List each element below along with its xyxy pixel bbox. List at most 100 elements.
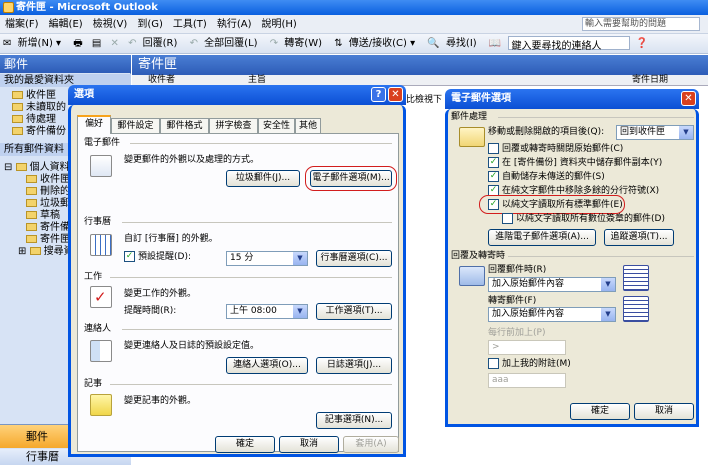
send-receive-label: 傳送/接收(C) ▾: [348, 38, 416, 49]
tab-mail-setup[interactable]: 郵件設定: [111, 118, 160, 133]
nav-header: 郵件: [0, 55, 131, 73]
delete-icon[interactable]: ✕: [108, 34, 122, 54]
contact-search-input[interactable]: 鍵入要尋找的連絡人: [507, 36, 630, 52]
separator: [122, 329, 392, 330]
send-receive-button[interactable]: ⇅ 傳送/接收(C) ▾: [331, 34, 421, 54]
ok-button[interactable]: 確定: [215, 436, 275, 453]
notes-options-button[interactable]: 記事選項(N)...: [316, 412, 392, 429]
after-move-value: 回到收件匣: [620, 127, 666, 137]
email-desc: 變更郵件的外觀以及處理的方式。: [124, 155, 260, 165]
section-notes-header: 記事: [84, 379, 103, 389]
nav-tree-item[interactable]: 刪除的: [26, 186, 70, 198]
default-reminder-checkbox[interactable]: ✓ 預設提醒(D):: [124, 251, 191, 263]
ask-question-input[interactable]: 輸入需要幫助的問題: [582, 17, 700, 31]
read-signed-plain-checkbox[interactable]: 以純文字讀取所有數位簽章的郵件(D): [502, 213, 665, 225]
reply-label: 回覆郵件時(R): [488, 265, 547, 275]
find-button[interactable]: 🔍 尋找(I): [424, 34, 482, 54]
task-options-button[interactable]: 工作選項(T)...: [316, 303, 392, 320]
reminder-select[interactable]: 15 分 ▼: [226, 251, 308, 266]
help-icon[interactable]: ❓: [633, 34, 651, 54]
nav-tree-item[interactable]: 草稿: [26, 210, 60, 222]
collapse-icon[interactable]: ⊟: [4, 162, 12, 173]
menu-help[interactable]: 說明(H): [256, 15, 301, 34]
tab-other[interactable]: 其他: [295, 118, 321, 133]
nav-tree-item[interactable]: 寄件備: [26, 222, 70, 234]
menu-view[interactable]: 檢視(V): [88, 15, 133, 34]
help-icon[interactable]: ?: [371, 87, 386, 102]
nav-fav-sent[interactable]: 寄件備份: [12, 126, 66, 138]
nav-tree-item[interactable]: 垃圾郵: [26, 198, 70, 210]
advanced-email-options-button[interactable]: 進階電子郵件選項(A)...: [488, 229, 596, 246]
section-tasks-header: 工作: [84, 272, 103, 282]
close-icon[interactable]: ✕: [681, 91, 696, 106]
tab-mail-format[interactable]: 郵件格式: [160, 118, 209, 133]
move-folder-icon[interactable]: ▤: [89, 34, 104, 54]
reply-forward-icon: [459, 266, 485, 286]
autosave-checkbox[interactable]: ✓ 自動儲存未傳送的郵件(S): [488, 171, 605, 183]
menu-file[interactable]: 檔案(F): [0, 15, 44, 34]
cancel-button[interactable]: 取消: [634, 403, 694, 420]
nav-fav-followup[interactable]: 待處理: [12, 114, 56, 126]
email-options-titlebar: 電子郵件選項 ✕: [445, 89, 699, 109]
save-copies-checkbox[interactable]: ✓ 在 [寄件備份] 資料夾中儲存郵件副本(Y): [488, 157, 662, 169]
reply-select[interactable]: 加入原始郵件內容 ▼: [488, 277, 616, 292]
menu-go[interactable]: 到(G): [132, 15, 168, 34]
nav-tree-item[interactable]: 收件匣: [26, 174, 70, 186]
expand-icon[interactable]: ⊞: [18, 246, 26, 257]
cancel-button[interactable]: 取消: [279, 436, 339, 453]
reminder-time-select[interactable]: 上午 08:00 ▼: [226, 304, 308, 319]
menu-edit[interactable]: 編輯(E): [44, 15, 88, 34]
new-mail-button[interactable]: ✉ 新增(N) ▾: [0, 34, 67, 54]
checkbox-checked-icon: ✓: [488, 157, 499, 168]
forward-button[interactable]: ↷ 轉寄(W): [267, 34, 328, 54]
envelope-icon: [459, 127, 485, 147]
nav-calendar-label: 行事曆: [26, 450, 59, 463]
nav-tree-item[interactable]: 寄件匣: [26, 234, 70, 246]
close-icon[interactable]: ✕: [388, 87, 403, 102]
prefix-input[interactable]: >: [488, 340, 566, 355]
reply-all-button[interactable]: ↶ 全部回覆(L): [187, 34, 264, 54]
reply-button[interactable]: ↶ 回覆(R): [125, 34, 183, 54]
nav-mail-label: 郵件: [26, 430, 48, 443]
journal-options-button[interactable]: 日誌選項(J)...: [316, 357, 392, 374]
checkbox-label: 回覆或轉寄時關閉原始郵件(C): [502, 144, 624, 154]
junk-email-button[interactable]: 垃圾郵件(J)...: [226, 170, 300, 187]
apply-button[interactable]: 套用(A): [343, 436, 399, 453]
calendar-options-button[interactable]: 行事曆選項(C)...: [316, 250, 392, 267]
after-move-select[interactable]: 回到收件匣 ▼: [616, 125, 694, 140]
checkbox-label: 在 [寄件備份] 資料夾中儲存郵件副本(Y): [502, 158, 663, 168]
standard-toolbar: ✉ 新增(N) ▾ 🖶 ▤ ✕ ↶ 回覆(R) ↶ 全部回覆(L) ↷ 轉寄(W…: [0, 34, 708, 54]
reminder-value: 15 分: [230, 253, 254, 263]
tab-spelling[interactable]: 拼字檢查: [209, 118, 258, 133]
col-date[interactable]: 寄件日期: [632, 75, 668, 86]
menu-actions[interactable]: 執行(A): [212, 15, 257, 34]
nav-fav-inbox[interactable]: 收件匣: [12, 90, 56, 102]
forward-select[interactable]: 加入原始郵件內容 ▼: [488, 307, 616, 322]
prefix-label: 每行前加上(P): [488, 328, 546, 338]
chevron-down-icon: ▼: [601, 308, 615, 321]
nav-fav-unread[interactable]: 未讀取的: [12, 102, 66, 114]
nav-tree-root[interactable]: ⊟ 個人資料: [4, 162, 70, 174]
address-book-icon[interactable]: 📖: [486, 34, 504, 54]
folder-icon: [12, 91, 23, 99]
highlight-circle: [479, 195, 625, 214]
ok-button[interactable]: 確定: [570, 403, 630, 420]
tab-security[interactable]: 安全性: [258, 118, 295, 133]
separator: [122, 222, 392, 223]
preferences-panel: 電子郵件 變更郵件的外觀以及處理的方式。 垃圾郵件(J)... 電子郵件選項(M…: [77, 133, 399, 452]
calendar-icon: [90, 234, 112, 256]
contact-options-button[interactable]: 連絡人選項(O)...: [226, 357, 308, 374]
nav-tree-item[interactable]: ⊞ 搜尋資: [18, 246, 74, 258]
tracking-options-button[interactable]: 追蹤選項(T)...: [604, 229, 674, 246]
close-original-checkbox[interactable]: 回覆或轉寄時關閉原始郵件(C): [488, 143, 623, 155]
comment-input[interactable]: aaa: [488, 373, 566, 388]
add-comment-checkbox[interactable]: 加上我的附註(M): [488, 358, 571, 370]
highlight-circle: [305, 166, 397, 191]
menu-tools[interactable]: 工具(T): [168, 15, 212, 34]
separator: [498, 117, 694, 118]
print-icon[interactable]: 🖶: [70, 34, 85, 54]
after-move-label: 移動或刪除開啟的項目後(Q):: [488, 127, 605, 137]
checkbox-icon: [488, 358, 499, 369]
note-icon: [90, 394, 112, 416]
tab-preferences[interactable]: 偏好: [77, 115, 111, 134]
